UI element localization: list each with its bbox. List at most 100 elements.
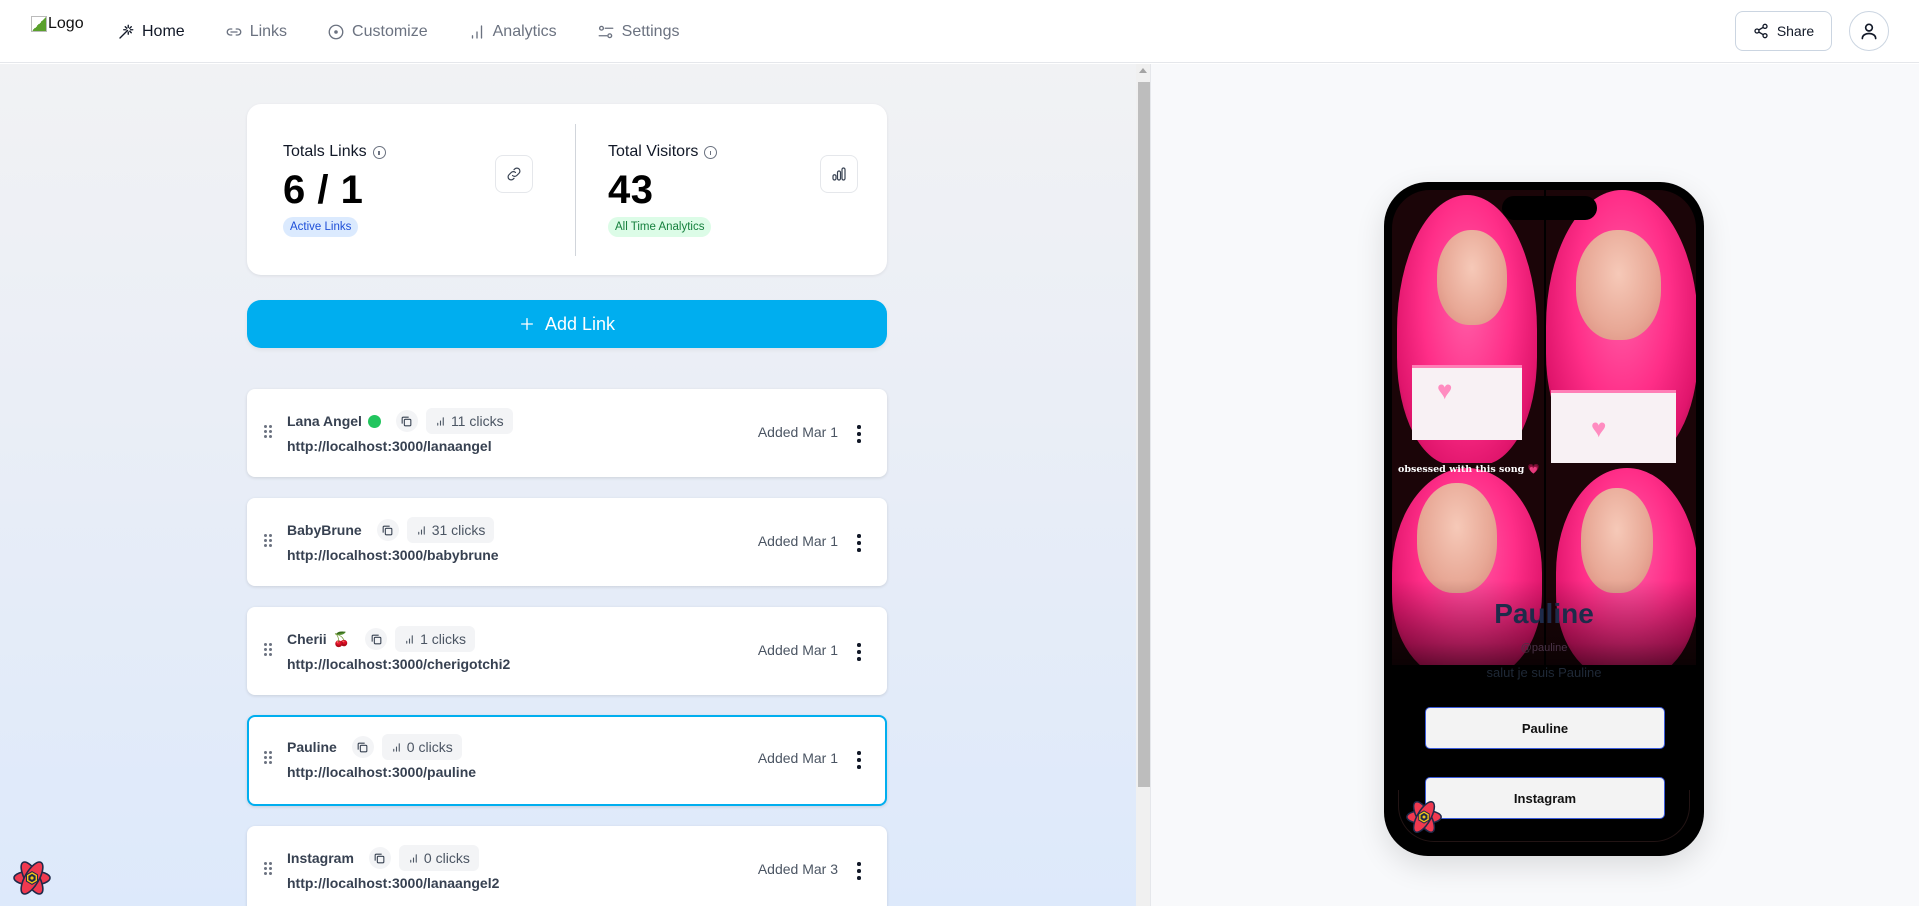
link-card-selected[interactable]: Pauline 0 clicks http://localhost:3000/p… bbox=[247, 715, 887, 806]
link-name: BabyBrune bbox=[287, 522, 362, 538]
more-options-icon[interactable] bbox=[856, 533, 862, 553]
logo[interactable]: Logo bbox=[31, 15, 84, 33]
link-card[interactable]: Cherii 🍒 1 clicks http://localhost:3000/… bbox=[247, 607, 887, 695]
copy-button[interactable] bbox=[368, 847, 391, 869]
main-nav: Home Links Customize Analytics Settings bbox=[117, 0, 719, 63]
share-label: Share bbox=[1776, 23, 1815, 39]
phone-preview: ♥ ♥ obsessed with this song 💗 Pauline @p… bbox=[1384, 182, 1704, 856]
sliders-icon bbox=[598, 25, 614, 38]
link-url: http://localhost:3000/cherigotchi2 bbox=[287, 656, 511, 672]
link-url: http://localhost:3000/lanaangel bbox=[287, 438, 492, 454]
cherry-emoji-icon: 🍒 bbox=[332, 630, 351, 647]
phone-notch bbox=[1502, 196, 1597, 220]
bar-chart-icon bbox=[832, 167, 846, 181]
nav-analytics-label: Analytics bbox=[492, 22, 557, 40]
link-card[interactable]: Instagram 0 clicks http://localhost:3000… bbox=[247, 826, 887, 906]
nav-links-label: Links bbox=[249, 22, 288, 40]
nav-home-label: Home bbox=[142, 22, 185, 40]
total-links-value: 6 / 1 bbox=[283, 168, 364, 212]
profile-handle: @pauline bbox=[1520, 642, 1568, 654]
share-button[interactable]: Share bbox=[1735, 11, 1832, 51]
logo-alt-text: Logo bbox=[48, 15, 84, 32]
plus-icon bbox=[520, 318, 533, 330]
react-devtools-icon[interactable] bbox=[10, 856, 54, 900]
nav-customize[interactable]: Customize bbox=[327, 23, 428, 41]
scroll-up-arrow-icon[interactable] bbox=[1139, 68, 1147, 73]
clicks-count[interactable]: 1 clicks bbox=[395, 626, 476, 652]
nav-customize-label: Customize bbox=[352, 22, 428, 40]
link-date: Added Mar 3 bbox=[757, 861, 838, 877]
total-links-label-text: Totals Links bbox=[283, 143, 367, 160]
total-links-stat: Totals Links 6 / 1 Active Links bbox=[283, 104, 543, 275]
bar-chart-icon bbox=[417, 525, 425, 535]
bar-chart-icon bbox=[437, 416, 444, 426]
link-date: Added Mar 1 bbox=[757, 533, 838, 549]
add-link-label: Add Link bbox=[544, 313, 616, 334]
link-url: http://localhost:3000/pauline bbox=[287, 764, 477, 780]
link-url: http://localhost:3000/babybrune bbox=[287, 547, 499, 563]
link-header: Pauline 0 clicks bbox=[287, 734, 462, 760]
total-visitors-label: Total Visitors bbox=[608, 143, 718, 161]
copy-button[interactable] bbox=[395, 410, 418, 432]
photo-2: ♥ bbox=[1546, 190, 1696, 463]
drag-handle-icon[interactable] bbox=[264, 425, 274, 441]
nav-analytics[interactable]: Analytics bbox=[468, 23, 557, 41]
add-link-button[interactable]: Add Link bbox=[247, 300, 887, 348]
clicks-label: 0 clicks bbox=[423, 850, 470, 866]
preview-link-button[interactable]: Instagram bbox=[1425, 777, 1665, 819]
nav-settings-label: Settings bbox=[621, 22, 680, 40]
broken-image-icon bbox=[31, 16, 47, 32]
link-name: Lana Angel bbox=[287, 413, 362, 429]
drag-handle-icon[interactable] bbox=[264, 862, 274, 878]
links-stat-button[interactable] bbox=[495, 155, 533, 193]
link-icon bbox=[507, 167, 521, 181]
clicks-label: 1 clicks bbox=[420, 631, 467, 647]
link-header: Cherii 🍒 1 clicks bbox=[287, 626, 476, 652]
link-card[interactable]: Lana Angel 11 clicks http://localhost:30… bbox=[247, 389, 887, 477]
link-date: Added Mar 1 bbox=[757, 424, 838, 440]
copy-button[interactable] bbox=[351, 736, 374, 758]
clicks-count[interactable]: 11 clicks bbox=[425, 408, 513, 434]
drag-handle-icon[interactable] bbox=[264, 643, 274, 659]
bar-chart-icon bbox=[406, 634, 413, 644]
clicks-count[interactable]: 0 clicks bbox=[381, 734, 462, 760]
info-icon[interactable] bbox=[372, 145, 386, 159]
total-visitors-stat: Total Visitors 43 All Time Analytics bbox=[608, 104, 868, 275]
active-status-dot bbox=[367, 414, 381, 428]
nav-home[interactable]: Home bbox=[117, 23, 185, 41]
scrollbar-thumb[interactable] bbox=[1138, 82, 1150, 787]
more-options-icon[interactable] bbox=[856, 642, 862, 662]
total-visitors-value: 43 bbox=[608, 168, 654, 212]
target-icon bbox=[328, 24, 344, 39]
total-links-label: Totals Links bbox=[283, 143, 386, 161]
copy-icon bbox=[382, 525, 393, 535]
clicks-count[interactable]: 0 clicks bbox=[398, 845, 479, 871]
copy-icon bbox=[375, 853, 385, 863]
more-options-icon[interactable] bbox=[856, 861, 862, 881]
visitors-stat-button[interactable] bbox=[820, 155, 858, 193]
profile-name: Pauline bbox=[1494, 598, 1594, 629]
react-devtools-icon[interactable] bbox=[1403, 796, 1445, 838]
info-icon[interactable] bbox=[704, 145, 718, 159]
more-options-icon[interactable] bbox=[856, 424, 862, 444]
more-options-icon[interactable] bbox=[856, 750, 862, 770]
drag-handle-icon[interactable] bbox=[264, 751, 274, 767]
clicks-count[interactable]: 31 clicks bbox=[406, 517, 495, 543]
vertical-scrollbar[interactable] bbox=[1136, 64, 1151, 906]
link-name: Pauline bbox=[287, 739, 337, 755]
magic-wand-icon bbox=[119, 24, 134, 39]
drag-handle-icon[interactable] bbox=[264, 534, 274, 550]
link-header: Lana Angel 11 clicks bbox=[287, 408, 513, 434]
user-menu-button[interactable] bbox=[1849, 11, 1889, 51]
nav-settings[interactable]: Settings bbox=[597, 22, 680, 41]
copy-icon bbox=[402, 416, 412, 426]
copy-button[interactable] bbox=[376, 519, 399, 541]
link-date: Added Mar 1 bbox=[757, 642, 838, 658]
nav-links[interactable]: Links bbox=[225, 23, 287, 41]
links-dashboard: Totals Links 6 / 1 Active Links Total Vi… bbox=[0, 64, 1136, 906]
total-visitors-label-text: Total Visitors bbox=[608, 143, 699, 160]
copy-button[interactable] bbox=[365, 628, 388, 650]
preview-link-button[interactable]: Pauline bbox=[1425, 707, 1665, 749]
link-card[interactable]: BabyBrune 31 clicks http://localhost:300… bbox=[247, 498, 887, 586]
bar-chart-icon bbox=[392, 742, 400, 752]
